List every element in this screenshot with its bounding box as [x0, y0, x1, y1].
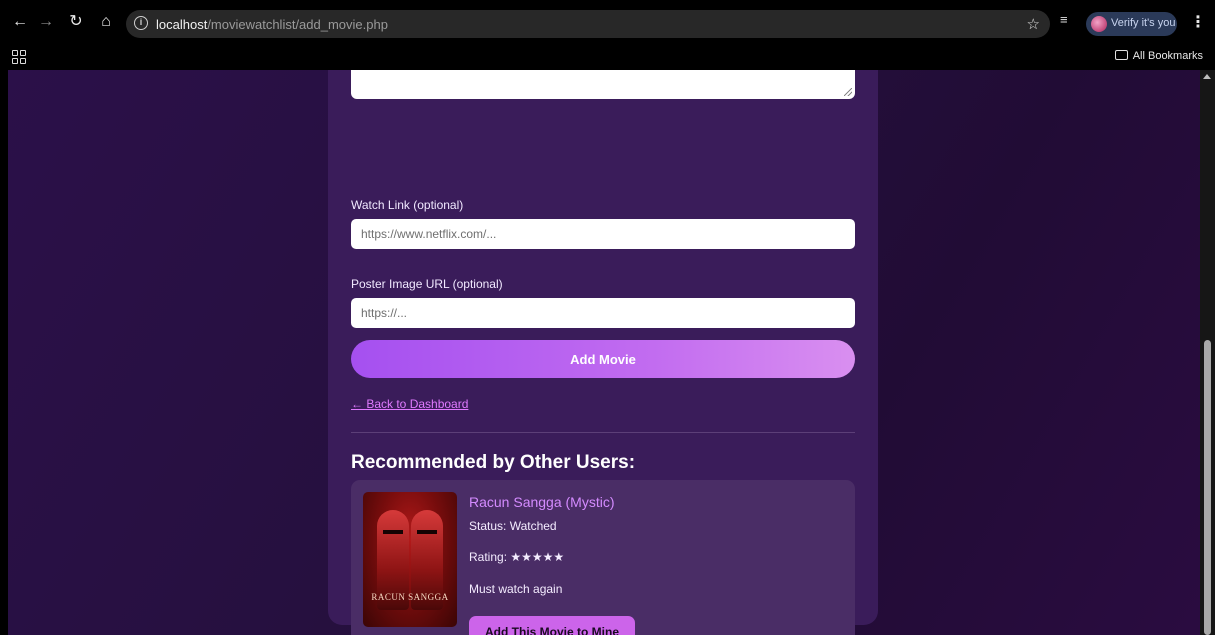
- movie-rating: Rating: ★★★★★: [469, 550, 565, 564]
- resize-handle-icon[interactable]: [844, 88, 852, 96]
- movie-title: Racun Sangga (Mystic): [469, 494, 615, 510]
- notes-textarea[interactable]: [351, 70, 855, 99]
- poster-blindfold: [383, 530, 403, 534]
- movie-poster: RACUN SANGGA: [363, 492, 457, 627]
- url-path: /moviewatchlist/add_movie.php: [207, 17, 388, 32]
- movie-status: Status: Watched: [469, 519, 557, 533]
- watch-link-label: Watch Link (optional): [351, 198, 464, 212]
- info-icon[interactable]: i: [134, 16, 148, 30]
- watch-link-input[interactable]: [351, 219, 855, 249]
- movie-note: Must watch again: [469, 582, 563, 596]
- poster-url-label: Poster Image URL (optional): [351, 277, 503, 291]
- star-icon[interactable]: ☆: [1027, 15, 1040, 33]
- bookmarks-bar: All Bookmarks: [0, 44, 1215, 70]
- home-icon[interactable]: ⌂: [94, 10, 118, 34]
- poster-url-input[interactable]: [351, 298, 855, 328]
- folder-icon: [1114, 50, 1128, 60]
- recommendation-card: RACUN SANGGA Racun Sangga (Mystic) Statu…: [351, 480, 855, 635]
- tab-search-icon[interactable]: ≡: [1060, 12, 1076, 30]
- back-arrow-icon[interactable]: ←: [8, 10, 32, 34]
- back-to-dashboard-link[interactable]: ← Back to Dashboard: [351, 397, 468, 411]
- url-host: localhost: [156, 17, 208, 32]
- poster-blindfold: [417, 530, 437, 534]
- kebab-menu-icon[interactable]: ⋮: [1190, 12, 1206, 34]
- address-url[interactable]: localhost/moviewatchlist/add_movie.php: [156, 17, 388, 32]
- avatar: [1091, 16, 1107, 32]
- page-viewport: Watch Link (optional) Poster Image URL (…: [8, 70, 1200, 635]
- scrollbar[interactable]: [1200, 70, 1215, 635]
- add-movie-button[interactable]: Add Movie: [351, 340, 855, 378]
- add-movie-card: Watch Link (optional) Poster Image URL (…: [328, 70, 878, 635]
- reload-icon[interactable]: ↻: [64, 10, 88, 34]
- all-bookmarks-button[interactable]: All Bookmarks: [1114, 50, 1203, 62]
- address-bar[interactable]: i localhost/moviewatchlist/add_movie.php…: [126, 10, 1050, 38]
- profile-label: Verify it's you: [1111, 17, 1176, 29]
- add-to-mine-button[interactable]: Add This Movie to Mine: [469, 616, 635, 635]
- apps-grid-icon[interactable]: [12, 50, 26, 64]
- profile-button[interactable]: Verify it's you: [1086, 12, 1177, 36]
- forward-arrow-icon[interactable]: →: [34, 10, 58, 34]
- scroll-up-arrow-icon[interactable]: [1203, 74, 1211, 79]
- divider: [351, 432, 855, 433]
- poster-title-text: RACUN SANGGA: [371, 592, 449, 602]
- recommendations-heading: Recommended by Other Users:: [351, 452, 636, 473]
- browser-toolbar: ← → ↻ ⌂ i localhost/moviewatchlist/add_m…: [0, 0, 1215, 44]
- all-bookmarks-label: All Bookmarks: [1132, 50, 1203, 62]
- scroll-thumb[interactable]: [1204, 340, 1211, 635]
